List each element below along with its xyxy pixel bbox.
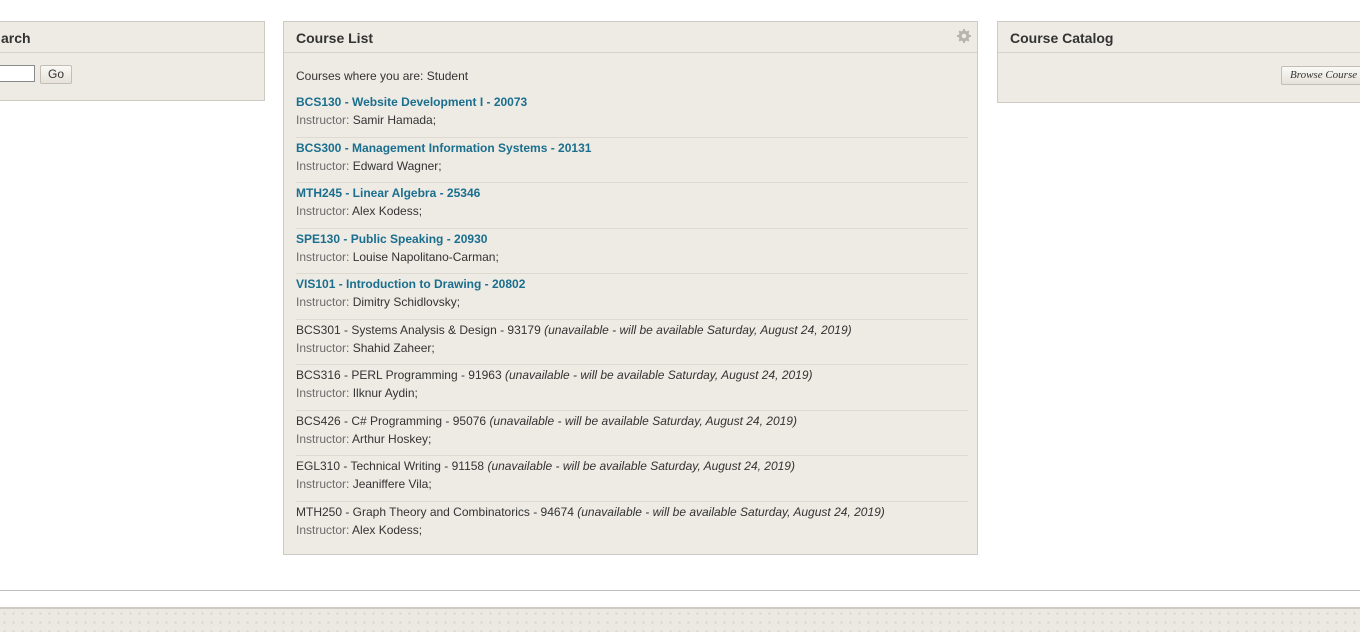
list-item: VIS101 - Introduction to Drawing - 20802…: [296, 274, 968, 320]
instructor-line: Instructor: Ilknur Aydin;: [296, 386, 418, 400]
module-header: arch: [0, 22, 264, 53]
instructor-label: Instructor:: [296, 522, 350, 537]
availability-note: (unavailable - will be available Saturda…: [505, 368, 813, 382]
list-item: BCS300 - Management Information Systems …: [296, 138, 968, 183]
course-link[interactable]: VIS101 - Introduction to Drawing - 20802: [296, 277, 525, 291]
instructor-line: Instructor: Samir Hamada;: [296, 113, 436, 127]
course-list-module: Course List Courses where you are: Stude…: [283, 21, 978, 555]
availability-note: (unavailable - will be available Saturda…: [487, 459, 795, 473]
course-search-input[interactable]: [0, 65, 35, 82]
instructor-name: Ilknur Aydin;: [352, 386, 418, 400]
module-title-search: arch: [1, 30, 31, 46]
go-button[interactable]: Go: [40, 65, 72, 84]
course-list: BCS130 - Website Development I - 20073 In…: [296, 92, 968, 547]
instructor-line: Instructor: Edward Wagner;: [296, 159, 442, 173]
list-item: MTH250 - Graph Theory and Combinatorics …: [296, 502, 968, 548]
gear-icon[interactable]: [957, 29, 971, 43]
course-title-line: BCS426 - C# Programming - 95076 (unavail…: [296, 414, 797, 428]
course-title-line: BCS301 - Systems Analysis & Design - 931…: [296, 323, 852, 337]
instructor-name: Edward Wagner;: [352, 158, 442, 173]
instructor-line: Instructor: Arthur Hoskey;: [296, 432, 431, 446]
course-title-line: VIS101 - Introduction to Drawing - 20802: [296, 277, 525, 291]
instructor-line: Instructor: Dimitry Schidlovsky;: [296, 295, 460, 309]
instructor-name: Arthur Hoskey;: [352, 431, 432, 446]
course-name: BCS301 - Systems Analysis & Design - 931…: [296, 322, 541, 337]
instructor-line: Instructor: Jeaniffere Vila;: [296, 477, 432, 491]
module-header: Course List: [284, 22, 977, 53]
instructor-line: Instructor: Alex Kodess;: [296, 523, 422, 537]
instructor-label: Instructor:: [296, 113, 350, 127]
course-name: BCS316 - PERL Programming - 91963: [296, 368, 502, 382]
course-title-line: SPE130 - Public Speaking - 20930: [296, 232, 487, 246]
module-header: Course Catalog: [998, 22, 1360, 53]
instructor-name: Alex Kodess;: [352, 522, 423, 537]
instructor-line: Instructor: Louise Napolitano-Carman;: [296, 250, 499, 264]
list-item: BCS426 - C# Programming - 95076 (unavail…: [296, 411, 968, 456]
portal-page: arch Go Course List Courses where you ar…: [0, 0, 1360, 632]
footer-band: [0, 607, 1360, 632]
list-item: BCS301 - Systems Analysis & Design - 931…: [296, 320, 968, 365]
course-link[interactable]: SPE130 - Public Speaking - 20930: [296, 232, 487, 246]
course-title-line: BCS300 - Management Information Systems …: [296, 141, 591, 155]
course-link[interactable]: MTH245 - Linear Algebra - 25346: [296, 186, 480, 200]
instructor-name: Louise Napolitano-Carman;: [352, 249, 499, 264]
instructor-line: Instructor: Alex Kodess;: [296, 204, 422, 218]
instructor-label: Instructor:: [296, 477, 350, 491]
module-title-course-catalog: Course Catalog: [1010, 30, 1114, 46]
course-role-line: Courses where you are: Student: [296, 69, 469, 83]
course-title-line: MTH245 - Linear Algebra - 25346: [296, 186, 480, 200]
instructor-label: Instructor:: [296, 295, 350, 309]
course-title-line: BCS130 - Website Development I - 20073: [296, 95, 527, 109]
instructor-label: Instructor:: [296, 204, 350, 218]
course-title-line: MTH250 - Graph Theory and Combinatorics …: [296, 505, 885, 519]
module-title-clip: arch: [1, 22, 81, 52]
course-link[interactable]: BCS300 - Management Information Systems …: [296, 141, 591, 155]
list-item: EGL310 - Technical Writing - 91158 (unav…: [296, 456, 968, 502]
course-title-line: EGL310 - Technical Writing - 91158 (unav…: [296, 459, 795, 473]
availability-note: (unavailable - will be available Saturda…: [489, 413, 797, 428]
instructor-line: Instructor: Shahid Zaheer;: [296, 341, 435, 355]
list-item: MTH245 - Linear Algebra - 25346 Instructo…: [296, 183, 968, 229]
course-title-line: BCS316 - PERL Programming - 91963 (unava…: [296, 368, 813, 382]
instructor-name: Alex Kodess;: [352, 204, 423, 218]
instructor-name: Shahid Zaheer;: [352, 340, 435, 355]
module-title-course-list: Course List: [296, 30, 374, 46]
instructor-name: Samir Hamada;: [352, 113, 437, 127]
list-item: BCS316 - PERL Programming - 91963 (unava…: [296, 365, 968, 411]
instructor-label: Instructor:: [296, 158, 350, 173]
list-item: SPE130 - Public Speaking - 20930 Instruct…: [296, 229, 968, 274]
content-divider: [0, 590, 1360, 591]
course-name: MTH250 - Graph Theory and Combinatorics …: [296, 504, 574, 519]
instructor-label: Instructor:: [296, 386, 350, 400]
course-link[interactable]: BCS130 - Website Development I - 20073: [296, 95, 527, 109]
list-item: BCS130 - Website Development I - 20073 In…: [296, 92, 968, 138]
instructor-label: Instructor:: [296, 340, 350, 355]
instructor-name: Dimitry Schidlovsky;: [352, 295, 461, 309]
instructor-label: Instructor:: [296, 249, 350, 264]
browse-course-catalog-button[interactable]: Browse Course Catalog: [1281, 66, 1360, 85]
availability-note: (unavailable - will be available Saturda…: [577, 504, 885, 519]
course-search-module: arch Go: [0, 21, 265, 101]
course-catalog-module: Course Catalog Browse Course Catalog: [997, 21, 1360, 103]
instructor-name: Jeaniffere Vila;: [352, 477, 432, 491]
course-name: BCS426 - C# Programming - 95076: [296, 413, 487, 428]
instructor-label: Instructor:: [296, 431, 350, 446]
availability-note: (unavailable - will be available Saturda…: [544, 322, 852, 337]
course-name: EGL310 - Technical Writing - 91158: [296, 459, 485, 473]
